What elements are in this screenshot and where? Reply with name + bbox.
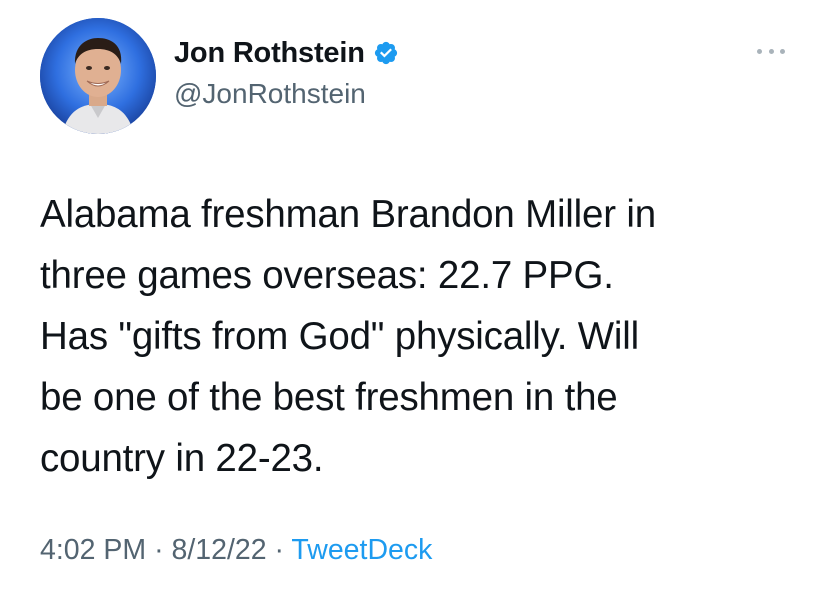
avatar[interactable]: [40, 18, 156, 134]
tweet-meta: 4:02 PM · 8/12/22 · TweetDeck: [40, 534, 432, 567]
tweet-source-link[interactable]: TweetDeck: [291, 534, 432, 566]
author-info: Jon Rothstein @JonRothstein: [174, 36, 399, 110]
separator: ·: [154, 534, 164, 566]
tweet-text-line: Alabama freshman Brandon Miller in: [40, 193, 656, 236]
tweet-card: Jon Rothstein @JonRothstein Alabama fres…: [0, 0, 815, 595]
tweet-text-line: be one of the best freshmen in the: [40, 376, 618, 419]
tweet-text-line: country in 22-23.: [40, 437, 324, 480]
display-name[interactable]: Jon Rothstein: [174, 37, 365, 70]
tweet-header: Jon Rothstein @JonRothstein: [40, 18, 785, 134]
name-row: Jon Rothstein: [174, 36, 399, 70]
dot: [757, 48, 762, 54]
avatar-photo-icon: [40, 18, 156, 134]
verified-badge-icon: [373, 40, 399, 66]
ellipsis-icon[interactable]: [757, 46, 785, 56]
tweet-time[interactable]: 4:02 PM: [40, 534, 146, 566]
separator: ·: [274, 534, 285, 566]
dot: [780, 48, 785, 54]
tweet-date[interactable]: 8/12/22: [171, 534, 266, 566]
handle[interactable]: @JonRothstein: [174, 78, 399, 110]
dot: [768, 48, 774, 54]
tweet-text-line: Has "gifts from God" physically. Will: [40, 315, 639, 358]
tweet-text: Alabama freshman Brandon Miller in three…: [40, 184, 785, 489]
tweet-text-line: three games overseas: 22.7 PPG.: [40, 254, 614, 297]
